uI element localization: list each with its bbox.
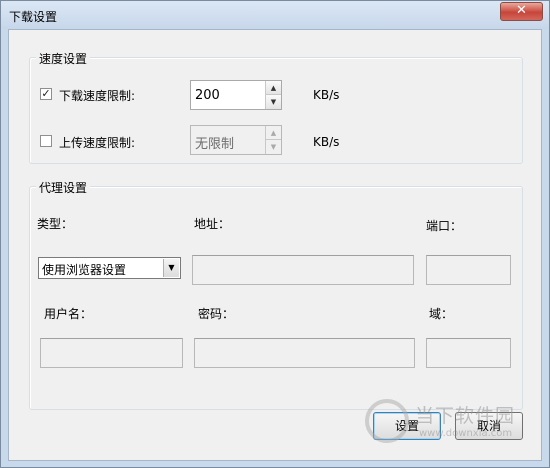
spin-down-icon[interactable]: ▼: [265, 140, 281, 154]
upload-limit-label: 上传速度限制:: [59, 136, 136, 150]
proxy-port-label: 端口：: [426, 219, 463, 233]
spin-down-icon[interactable]: ▼: [265, 95, 281, 109]
download-limit-label: 下载速度限制:: [59, 89, 136, 103]
upload-limit-checkbox[interactable]: [40, 135, 52, 147]
proxy-type-label: 类型：: [37, 217, 74, 231]
upload-unit-label: KB/s: [313, 135, 340, 149]
download-unit-label: KB/s: [313, 88, 340, 102]
cancel-button[interactable]: 取消: [455, 412, 523, 440]
proxy-username-field[interactable]: [40, 338, 183, 368]
download-settings-window: 下载设置 ✕ 速度设置 ✓ 下载速度限制: 200 ▲ ▼ KB/s 上传速度限…: [0, 0, 550, 468]
checkmark-icon: ✓: [41, 87, 51, 100]
download-limit-spinbox[interactable]: 200 ▲ ▼: [190, 80, 282, 110]
chevron-down-icon[interactable]: ▼: [163, 259, 179, 277]
speed-settings-group: 速度设置 ✓ 下载速度限制: 200 ▲ ▼ KB/s 上传速度限制: 无限制: [29, 50, 523, 164]
download-limit-value: 200: [195, 88, 220, 103]
proxy-domain-label: 域：: [429, 307, 454, 321]
proxy-address-field[interactable]: [192, 255, 414, 285]
speed-settings-title: 速度设置: [36, 50, 91, 67]
spin-up-icon[interactable]: ▲: [265, 126, 281, 140]
close-button[interactable]: ✕: [500, 2, 543, 21]
proxy-password-field[interactable]: [194, 338, 415, 368]
title-bar: 下载设置 ✕: [1, 1, 549, 29]
upload-limit-spinbox[interactable]: 无限制 ▲ ▼: [190, 125, 282, 155]
proxy-type-select[interactable]: 使用浏览器设置 ▼: [38, 257, 181, 279]
proxy-domain-field[interactable]: [426, 338, 511, 368]
proxy-type-value: 使用浏览器设置: [42, 263, 127, 277]
proxy-settings-group: 代理设置 类型： 地址： 端口： 使用浏览器设置 ▼ 用户名： 密码： 域：: [29, 179, 523, 410]
save-button[interactable]: 设置: [373, 412, 441, 440]
proxy-port-field[interactable]: [426, 255, 511, 285]
close-icon: ✕: [516, 3, 527, 18]
window-title: 下载设置: [9, 10, 58, 24]
upload-limit-value: 无限制: [195, 137, 235, 152]
proxy-settings-title: 代理设置: [36, 179, 91, 196]
dialog-client-area: 速度设置 ✓ 下载速度限制: 200 ▲ ▼ KB/s 上传速度限制: 无限制: [8, 29, 542, 461]
proxy-address-label: 地址：: [194, 217, 231, 231]
proxy-password-label: 密码：: [198, 307, 235, 321]
proxy-username-label: 用户名：: [44, 307, 93, 321]
download-limit-checkbox[interactable]: ✓: [40, 88, 52, 100]
spin-up-icon[interactable]: ▲: [265, 81, 281, 95]
